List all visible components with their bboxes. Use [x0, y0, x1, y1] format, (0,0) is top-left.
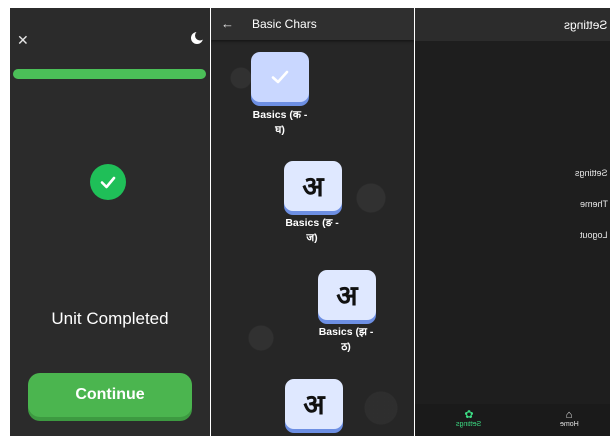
- nav-home[interactable]: ⌂ Home: [549, 409, 589, 428]
- nav-home-label: Home: [559, 421, 579, 428]
- progress-bar-fill: [13, 69, 206, 79]
- close-icon[interactable]: ✕: [17, 32, 29, 49]
- nav-settings-label: Settings: [456, 421, 482, 428]
- lesson-glyph: अ: [302, 170, 324, 203]
- lessons-screen: ← Basic Chars Basics (क - घ) अ Basics (ङ…: [211, 8, 414, 436]
- app-bar: ← Basic Chars: [211, 8, 414, 40]
- lesson-tile-2[interactable]: अ: [284, 161, 342, 211]
- lesson-label-2: Basics (ङ - ज): [285, 217, 339, 244]
- home-icon: ⌂: [565, 409, 573, 421]
- menu-item-theme[interactable]: Theme: [580, 199, 608, 209]
- menu-item-settings[interactable]: Settings: [575, 168, 608, 178]
- lesson-tile-1[interactable]: [251, 52, 309, 102]
- lesson-glyph: अ: [336, 279, 358, 312]
- continue-button[interactable]: Continue: [28, 373, 192, 417]
- lesson-tile-4[interactable]: अ: [285, 379, 343, 429]
- checkmark-icon: [271, 70, 289, 84]
- menu-item-logout[interactable]: Logout: [580, 230, 608, 240]
- lesson-label-3: Basics (झ - ठ): [318, 326, 374, 353]
- checkmark-icon: [90, 164, 126, 200]
- moon-icon[interactable]: [190, 31, 204, 45]
- unit-completed-screen: ✕ Unit Completed Continue: [10, 8, 210, 436]
- lesson-label-1: Basics (क - घ): [252, 109, 308, 136]
- settings-screen: Settings Settings Theme Logout ✿ Setting…: [415, 8, 610, 436]
- bottom-nav: ✿ Settings ⌂ Home: [415, 404, 610, 436]
- back-arrow-icon[interactable]: ←: [221, 16, 234, 31]
- lesson-tile-3[interactable]: अ: [318, 270, 376, 320]
- page-title: Basic Chars: [252, 17, 317, 31]
- unit-completed-message: Unit Completed: [51, 309, 169, 328]
- lesson-glyph: अ: [303, 388, 325, 421]
- app-bar: Settings: [415, 8, 610, 41]
- page-title: Settings: [563, 18, 607, 32]
- nav-settings[interactable]: ✿ Settings: [449, 409, 489, 428]
- gear-icon: ✿: [464, 409, 474, 421]
- progress-bar: [13, 69, 206, 79]
